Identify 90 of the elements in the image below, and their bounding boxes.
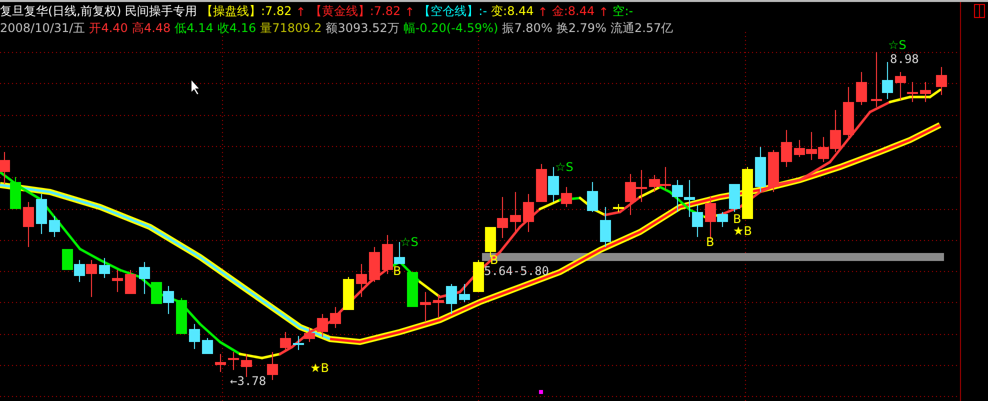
candlestick xyxy=(523,194,534,232)
header-text: 复旦复华(日线,前复权) 民间操手专用 xyxy=(0,3,197,20)
candlestick xyxy=(10,176,21,210)
candlestick xyxy=(672,180,683,212)
candlestick xyxy=(112,270,123,292)
signal-label: B xyxy=(393,264,402,278)
candlestick xyxy=(215,354,226,372)
candlestick xyxy=(280,332,291,352)
candlestick xyxy=(49,216,60,238)
candlestick xyxy=(189,324,200,350)
header-text: 额3093.52万 xyxy=(326,20,400,37)
candlestick xyxy=(755,146,766,192)
candlestick xyxy=(36,194,47,234)
candlestick xyxy=(895,72,906,100)
candlestick xyxy=(62,248,73,270)
header-text: ↑ xyxy=(296,4,306,18)
signal-label: B xyxy=(706,235,714,249)
candlestick xyxy=(293,336,304,350)
header-text: ↑ xyxy=(404,4,415,18)
candlestick xyxy=(907,82,918,102)
candlestick xyxy=(649,174,660,192)
header-text: ↑ xyxy=(538,4,548,18)
candlestick xyxy=(742,166,753,220)
candlestick xyxy=(692,204,703,238)
header-text: 【操盘线】:7.82 xyxy=(201,3,292,20)
header-text: 2008/10/31/五 xyxy=(0,20,86,37)
candlestick xyxy=(459,284,470,302)
candlestick xyxy=(636,170,647,202)
candlestick xyxy=(536,164,547,202)
header-text: 【空仓线】:- xyxy=(418,3,488,20)
candlestick xyxy=(304,328,315,342)
header-text: 变:8.44 xyxy=(491,3,534,20)
candlestick xyxy=(0,152,10,184)
candlestick xyxy=(920,82,931,102)
candlestick xyxy=(176,298,187,334)
price-label: ←3.78 xyxy=(230,374,266,388)
candlestick xyxy=(202,338,213,354)
header-text: 开4.40 xyxy=(89,20,128,37)
candlestick xyxy=(163,286,174,314)
signal-label: ☆S xyxy=(888,38,906,52)
header-text: 收4.16 xyxy=(217,20,256,37)
candlestick xyxy=(600,206,611,248)
candlestick xyxy=(267,352,278,380)
header-text: 振7.80% xyxy=(502,20,552,37)
signal-label: ★B xyxy=(310,361,329,375)
candlestick xyxy=(420,292,431,322)
candlestick xyxy=(125,270,136,294)
mouse-pointer-icon xyxy=(190,78,202,96)
header-text: 流通2.57亿 xyxy=(610,20,674,37)
header-text: 金:8.44 xyxy=(552,3,595,20)
candlestick xyxy=(343,276,354,310)
header-text: ↑ xyxy=(598,4,609,18)
candlestick xyxy=(241,354,252,378)
candlestick xyxy=(561,186,572,208)
header-text: 空:- xyxy=(612,3,634,20)
candlestick xyxy=(497,196,508,238)
candlestick xyxy=(587,182,598,212)
candlestick xyxy=(369,246,380,282)
window-split-icon[interactable] xyxy=(974,4,985,18)
candlestick xyxy=(330,306,341,328)
candlestick xyxy=(356,264,367,298)
candlestick xyxy=(446,284,457,314)
header-text: 幅-0.20(-4.59%) xyxy=(403,20,498,37)
candlestick xyxy=(99,258,110,278)
signal-label: B xyxy=(490,253,498,267)
candlestick xyxy=(781,130,792,168)
header-text: 低4.14 xyxy=(174,20,214,37)
candlestick xyxy=(936,66,947,96)
header-text: 量71809.2 xyxy=(260,20,322,37)
candlestick xyxy=(660,166,671,190)
signal-label: ☆S xyxy=(400,235,418,249)
candlestick xyxy=(684,180,695,218)
candlestick xyxy=(473,260,484,292)
candlestick xyxy=(317,314,328,338)
candlestick xyxy=(510,192,521,232)
candlestick xyxy=(23,202,34,248)
signal-label: ☆S xyxy=(555,160,574,174)
price-label: 8.98 xyxy=(890,52,919,66)
candlestick xyxy=(433,294,444,318)
header-text: 换2.79% xyxy=(556,20,606,37)
candlestick xyxy=(843,86,854,138)
candlestick xyxy=(768,150,779,192)
signal-label: ★B xyxy=(733,224,752,238)
signal-label: B xyxy=(733,212,742,226)
header-text: 【黄金线】:7.82 xyxy=(310,3,401,20)
header-text: 高4.48 xyxy=(132,20,171,37)
candlestick xyxy=(856,72,867,106)
price-label: 5.64-5.80 xyxy=(484,264,550,278)
candlestick xyxy=(228,352,239,370)
candlestick xyxy=(407,272,418,308)
